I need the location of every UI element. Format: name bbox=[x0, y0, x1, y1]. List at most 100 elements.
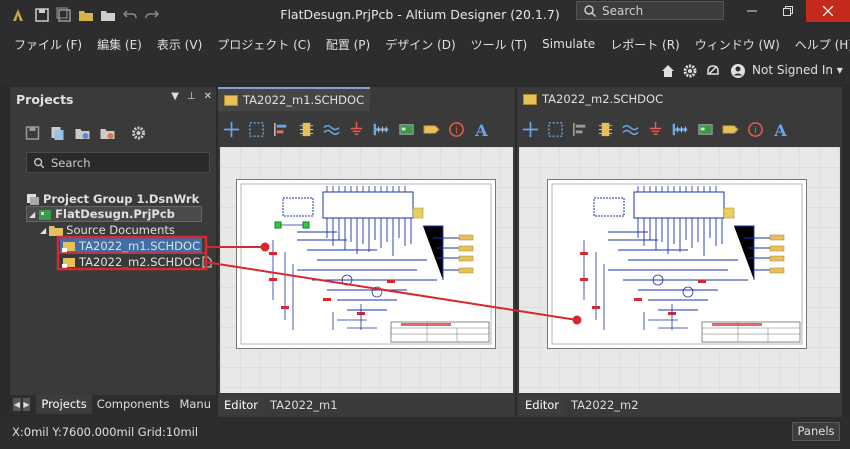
schematic-sheet-left bbox=[236, 179, 496, 349]
port-icon[interactable] bbox=[721, 120, 740, 139]
document-status-icon bbox=[202, 256, 212, 268]
editor-tab-left[interactable]: Editor bbox=[218, 396, 265, 415]
sheet-tab-m2[interactable]: TA2022_m2 bbox=[565, 396, 645, 415]
panel-toolbar bbox=[24, 125, 147, 141]
gear-icon[interactable] bbox=[682, 63, 698, 79]
undo-icon[interactable] bbox=[122, 7, 138, 23]
sheet-symbol-icon[interactable] bbox=[397, 120, 416, 139]
minimize-icon bbox=[747, 10, 757, 12]
tree-doc-m2[interactable]: TA2022_m2.SCHDOC bbox=[60, 254, 212, 270]
port-icon[interactable] bbox=[422, 120, 441, 139]
menu-file[interactable]: ファイル (F) bbox=[14, 36, 82, 53]
collapse-arrow-icon[interactable]: ◢ bbox=[29, 210, 35, 219]
ground-icon[interactable] bbox=[646, 120, 665, 139]
doc-tab-m2-label: TA2022_m2.SCHDOC bbox=[542, 92, 664, 106]
tree-project-group-label: Project Group 1.DsnWrk bbox=[43, 192, 200, 206]
menu-help[interactable]: ヘルプ (H) bbox=[795, 36, 850, 53]
select-area-icon[interactable] bbox=[247, 120, 266, 139]
place-part-icon[interactable] bbox=[297, 120, 316, 139]
menu-tools[interactable]: ツール (T) bbox=[471, 36, 528, 53]
align-icon[interactable] bbox=[571, 120, 590, 139]
tree-doc-m1[interactable]: TA2022_m1.SCHDOC bbox=[60, 238, 202, 254]
menu-window[interactable]: ウィンドウ (W) bbox=[695, 36, 780, 53]
menu-design[interactable]: デザイン (D) bbox=[385, 36, 455, 53]
ground-icon[interactable] bbox=[347, 120, 366, 139]
place-wire-icon[interactable] bbox=[621, 120, 640, 139]
doc-bottom-tabs-left: Editor TA2022_m1 bbox=[218, 396, 344, 415]
tree-project-group[interactable]: Project Group 1.DsnWrk bbox=[26, 191, 199, 207]
move-icon[interactable] bbox=[222, 120, 241, 139]
folder-settings-icon[interactable] bbox=[99, 125, 116, 141]
open-folder-icon[interactable] bbox=[78, 7, 94, 23]
tree-project-label: FlatDesugn.PrjPcb bbox=[55, 207, 175, 221]
project-group-icon bbox=[27, 193, 39, 205]
global-search-box[interactable]: Search bbox=[576, 1, 724, 20]
menu-project[interactable]: プロジェクト (C) bbox=[217, 36, 311, 53]
editor-tab-right[interactable]: Editor bbox=[519, 396, 566, 415]
doc-tab-m2[interactable]: TA2022_m2.SCHDOC bbox=[517, 87, 669, 111]
global-search-placeholder: Search bbox=[602, 3, 644, 18]
minimize-button[interactable] bbox=[732, 0, 772, 22]
project-options-icon[interactable] bbox=[74, 125, 91, 141]
tab-projects[interactable]: Projects bbox=[36, 395, 92, 414]
place-part-icon[interactable] bbox=[596, 120, 615, 139]
user-avatar-icon[interactable] bbox=[730, 63, 746, 79]
panels-button[interactable]: Panels bbox=[792, 422, 840, 441]
menu-view[interactable]: 表示 (V) bbox=[157, 36, 202, 53]
place-text-icon[interactable]: A bbox=[771, 120, 790, 139]
svg-text:A: A bbox=[474, 121, 488, 139]
panel-menu-icon[interactable]: ▼ bbox=[171, 91, 179, 102]
tree-source-folder[interactable]: ◢ Source Documents bbox=[40, 222, 175, 238]
compile-icon[interactable] bbox=[49, 125, 66, 141]
projects-panel: Projects ▼ ⊥ ✕ Search Project Group 1.Ds… bbox=[10, 87, 216, 414]
save-icon[interactable] bbox=[34, 7, 50, 23]
sheet-symbol-icon[interactable] bbox=[696, 120, 715, 139]
no-erc-icon[interactable]: i bbox=[447, 120, 466, 139]
panel-bottom-tabs: ◀ ▶ Projects Components Manu bbox=[10, 395, 216, 414]
close-button[interactable] bbox=[806, 0, 850, 22]
menu-place[interactable]: 配置 (P) bbox=[326, 36, 370, 53]
tree-project[interactable]: ◢ FlatDesugn.PrjPcb bbox=[26, 206, 202, 222]
notifications-off-icon[interactable] bbox=[705, 63, 721, 79]
schematic-canvas-right[interactable] bbox=[519, 147, 840, 393]
save-all-icon[interactable] bbox=[56, 7, 72, 23]
menu-simulate[interactable]: Simulate bbox=[542, 37, 595, 51]
projects-search-input[interactable]: Search bbox=[26, 152, 210, 173]
place-text-icon[interactable]: A bbox=[472, 120, 491, 139]
bus-icon[interactable] bbox=[671, 120, 690, 139]
cursor-status: X:0mil Y:7600.000mil Grid:10mil bbox=[12, 425, 199, 439]
schematic-drawing-right bbox=[551, 183, 803, 345]
move-icon[interactable] bbox=[521, 120, 540, 139]
collapse-arrow-icon[interactable]: ◢ bbox=[40, 226, 46, 235]
place-wire-icon[interactable] bbox=[322, 120, 341, 139]
open-project-icon[interactable] bbox=[100, 7, 116, 23]
home-icon[interactable] bbox=[660, 63, 676, 79]
tab-manufacturer[interactable]: Manu bbox=[174, 395, 216, 414]
tab-scroll-right-icon[interactable]: ▶ bbox=[22, 398, 31, 411]
menu-edit[interactable]: 編集 (E) bbox=[97, 36, 142, 53]
doc-tab-m1[interactable]: TA2022_m1.SCHDOC bbox=[218, 87, 371, 111]
select-area-icon[interactable] bbox=[546, 120, 565, 139]
panel-gear-icon[interactable] bbox=[130, 125, 147, 141]
schematic-file-icon bbox=[523, 93, 537, 105]
menu-reports[interactable]: レポート (R) bbox=[610, 36, 680, 53]
secondary-toolbar: Not Signed In ▾ bbox=[0, 58, 850, 84]
maximize-button[interactable] bbox=[768, 0, 808, 22]
save-project-icon[interactable] bbox=[24, 125, 41, 141]
pin-icon[interactable]: ⊥ bbox=[187, 91, 196, 102]
no-erc-icon[interactable]: i bbox=[746, 120, 765, 139]
panel-close-icon[interactable]: ✕ bbox=[204, 91, 212, 102]
signin-status[interactable]: Not Signed In ▾ bbox=[752, 63, 843, 77]
tab-scroll-left-icon[interactable]: ◀ bbox=[13, 398, 21, 411]
signin-label: Not Signed In bbox=[752, 63, 833, 77]
bus-icon[interactable] bbox=[372, 120, 391, 139]
schematic-canvas-left[interactable] bbox=[220, 147, 513, 393]
altium-logo-icon[interactable] bbox=[10, 7, 26, 23]
panel-controls: ▼ ⊥ ✕ bbox=[171, 91, 212, 102]
tab-components[interactable]: Components bbox=[92, 395, 175, 414]
menu-bar: ファイル (F) 編集 (E) 表示 (V) プロジェクト (C) 配置 (P)… bbox=[0, 30, 850, 58]
align-icon[interactable] bbox=[272, 120, 291, 139]
folder-icon bbox=[49, 225, 64, 236]
sheet-tab-m1[interactable]: TA2022_m1 bbox=[264, 396, 344, 415]
redo-icon[interactable] bbox=[144, 7, 160, 23]
